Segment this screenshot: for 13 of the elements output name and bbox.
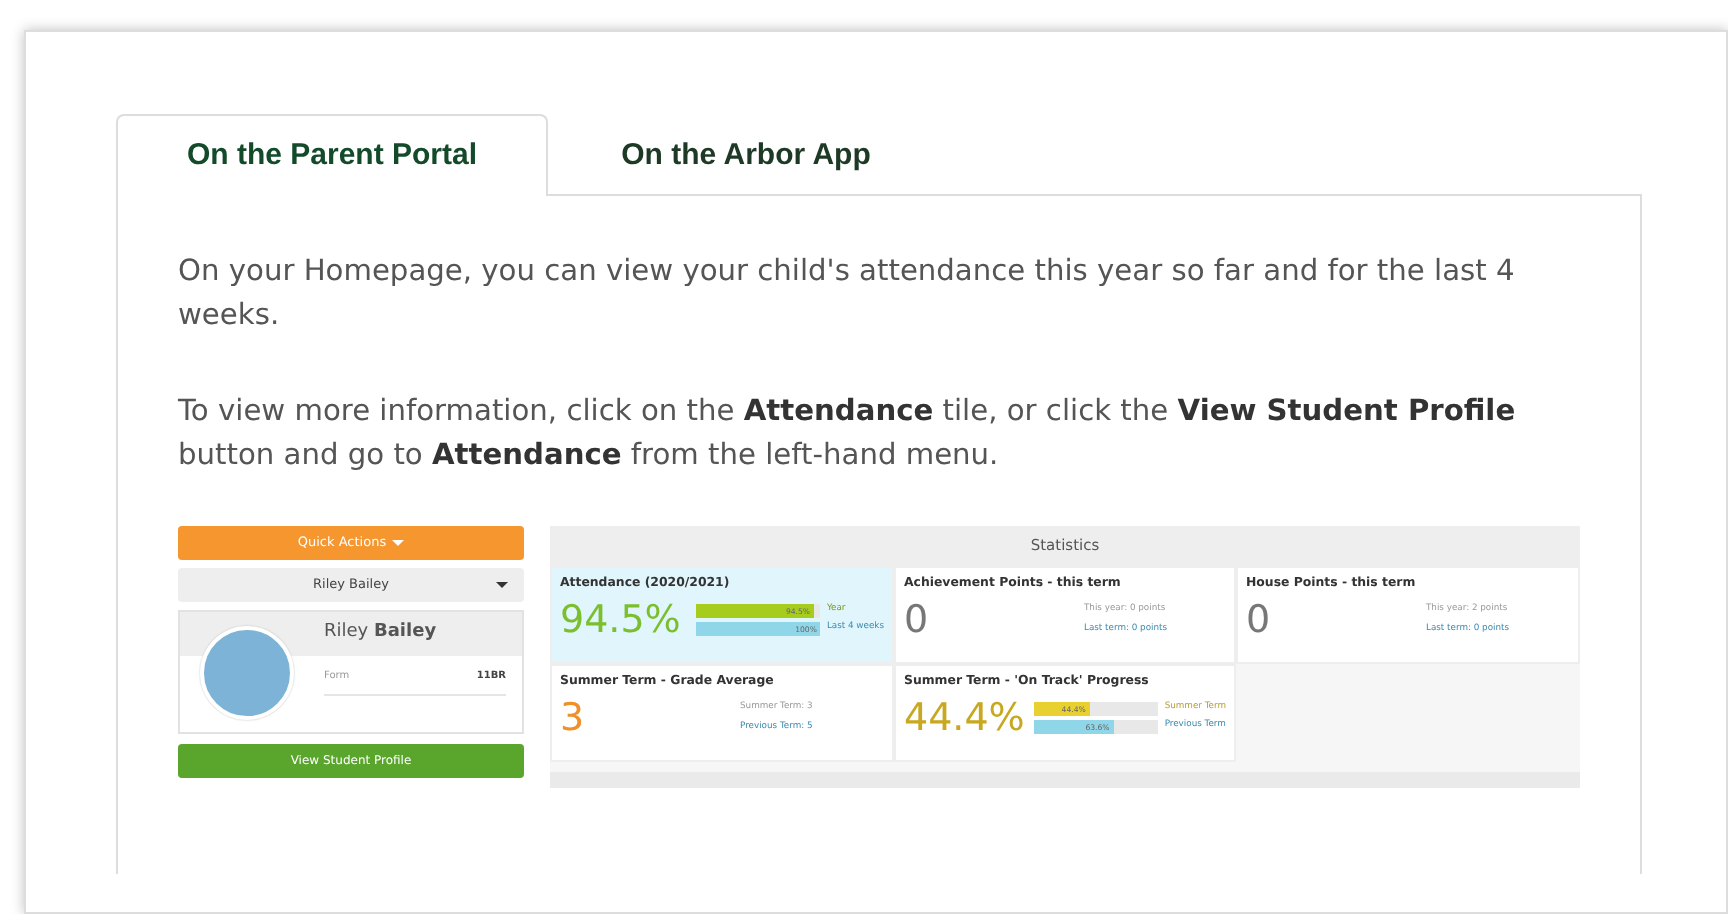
caret-icon bbox=[392, 540, 405, 546]
paragraph: To view more information, click on the Attendance tile, or click the View Student Profile button and go to Attendance from the left-hand menu. bbox=[178, 392, 1518, 476]
tab[interactable]: On the Arbor App bbox=[548, 114, 944, 196]
tab[interactable]: On the Parent Portal bbox=[116, 114, 548, 196]
stat-value: 0 bbox=[1246, 596, 1273, 647]
student-name: Riley Bailey bbox=[324, 620, 437, 647]
stat-value: 3 bbox=[560, 694, 587, 745]
stat-value: 94.5% bbox=[560, 596, 683, 647]
caret-icon bbox=[496, 582, 508, 588]
paragraph: On your Homepage, you can view your child's attendance this year so far and for the last 4 weeks. bbox=[178, 252, 1517, 336]
avatar-placeholder bbox=[200, 626, 294, 720]
stat-value: 0 bbox=[904, 596, 931, 647]
stat-value: 44.4% bbox=[904, 694, 1027, 745]
